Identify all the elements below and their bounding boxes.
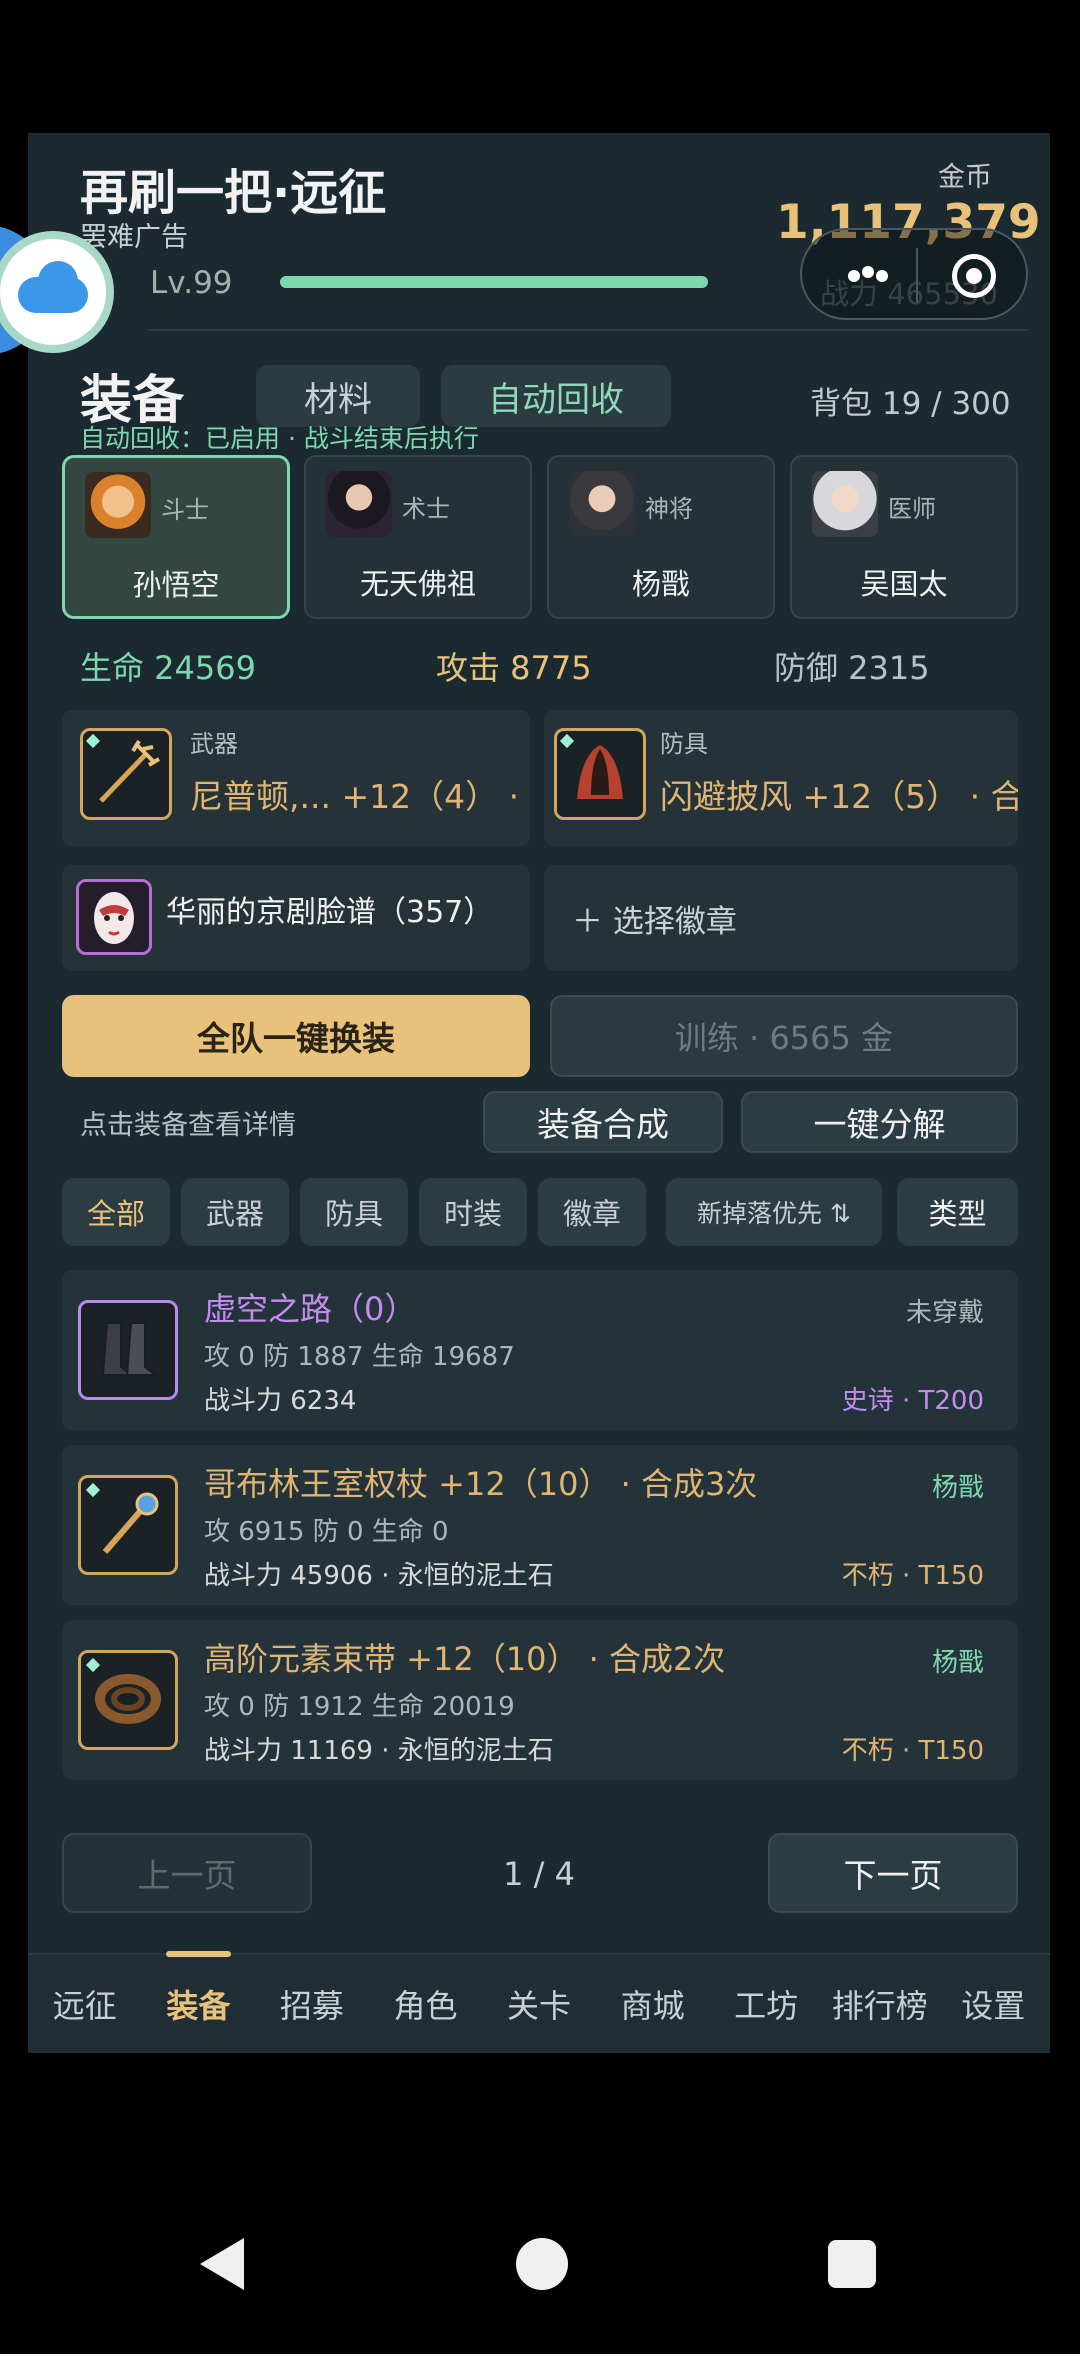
item-card[interactable]: 高阶元素束带 +12（10） · 合成2次 攻 0 防 1912 生命 2001… <box>62 1620 1018 1780</box>
weapon-kind: 武器 <box>190 730 238 758</box>
system-nav-bar <box>0 2053 1080 2354</box>
nav-workshop[interactable]: 工坊 <box>709 1955 823 2053</box>
decompose-all-button[interactable]: 一键分解 <box>741 1091 1018 1153</box>
boots-icon <box>78 1300 178 1400</box>
xp-bar-fill <box>280 276 708 288</box>
item-owner: 杨戬 <box>931 1473 984 1503</box>
hero-name: 杨戬 <box>631 567 690 601</box>
more-icon[interactable] <box>848 266 888 282</box>
item-name: 虚空之路（0） <box>204 1290 417 1328</box>
hero-portrait-icon <box>85 472 151 538</box>
xp-bar <box>280 276 708 288</box>
hero-card-1[interactable]: 斗士 孙悟空 <box>62 455 290 619</box>
hero-class: 斗士 <box>161 496 209 524</box>
item-rank: 不朽 · T150 <box>841 1561 984 1591</box>
tab-material[interactable]: 材料 <box>256 365 420 427</box>
armor-kind: 防具 <box>660 730 708 758</box>
item-power: 战斗力 6234 <box>204 1386 357 1416</box>
close-target-icon[interactable] <box>952 254 996 298</box>
filter-fashion[interactable]: 时装 <box>419 1178 527 1246</box>
weapon-item: 尼普顿,... +12（4） · 合成 <box>190 777 530 816</box>
item-card[interactable]: 哥布林王室权杖 +12（10） · 合成3次 攻 6915 防 0 生命 0 战… <box>62 1445 1018 1605</box>
auto-recycle-status: 自动回收：已启用 · 战斗结束后执行 <box>80 424 479 453</box>
filter-weapon[interactable]: 武器 <box>181 1178 289 1246</box>
miniprogram-capsule <box>800 228 1028 320</box>
armor-item: 闪避披风 +12（5） · 合成1次 <box>660 777 1018 816</box>
train-button[interactable]: 训练 · 6565 金 <box>550 995 1018 1077</box>
hero-card-3[interactable]: 神将 杨戬 <box>547 455 775 619</box>
hero-class: 术士 <box>402 495 450 523</box>
hero-name: 孙悟空 <box>132 568 220 602</box>
badge-item: 华丽的京剧脸谱（357） <box>166 895 494 930</box>
filter-all[interactable]: 全部 <box>62 1178 170 1246</box>
detail-hint: 点击装备查看详情 <box>80 1110 296 1141</box>
hero-class: 神将 <box>645 495 693 523</box>
gold-label: 金币 <box>938 162 992 193</box>
item-stats: 攻 0 防 1887 生命 19687 <box>204 1342 515 1372</box>
next-page-button[interactable]: 下一页 <box>768 1833 1018 1913</box>
header-divider <box>148 329 1028 331</box>
item-stats: 攻 6915 防 0 生命 0 <box>204 1517 449 1547</box>
synthesize-button[interactable]: 装备合成 <box>483 1091 723 1153</box>
nav-equipment[interactable]: 装备 <box>142 1951 256 2053</box>
item-power: 战斗力 45906 · 永恒的泥土石 <box>204 1561 554 1591</box>
item-name: 高阶元素束带 +12（10） · 合成2次 <box>204 1640 726 1678</box>
filter-armor[interactable]: 防具 <box>300 1178 408 1246</box>
item-owner: 未穿戴 <box>905 1298 984 1328</box>
filter-type[interactable]: 类型 <box>897 1178 1018 1246</box>
back-icon[interactable] <box>200 2238 244 2290</box>
nav-character[interactable]: 角色 <box>369 1955 483 2053</box>
nav-stage[interactable]: 关卡 <box>482 1955 596 2053</box>
nav-expedition[interactable]: 远征 <box>28 1955 142 2053</box>
weapon-slot[interactable]: 武器 尼普顿,... +12（4） · 合成 <box>62 710 530 846</box>
recents-icon[interactable] <box>828 2240 876 2288</box>
tab-auto-recycle[interactable]: 自动回收 <box>441 365 671 427</box>
choose-badge-button[interactable]: ＋ 选择徽章 <box>544 865 1018 971</box>
item-rank: 不朽 · T150 <box>841 1736 984 1766</box>
nav-recruit[interactable]: 招募 <box>255 1955 369 2053</box>
armor-slot[interactable]: 防具 闪避披风 +12（5） · 合成1次 <box>544 710 1018 846</box>
hero-card-2[interactable]: 术士 无天佛祖 <box>304 455 532 619</box>
capsule-divider <box>916 248 918 302</box>
bag-capacity: 背包 19 / 300 <box>810 386 1011 422</box>
floating-cloud-widget[interactable] <box>0 225 114 355</box>
sort-new-drops[interactable]: 新掉落优先 ⇅ <box>666 1178 882 1246</box>
hero-portrait-icon <box>326 471 392 537</box>
opera-mask-icon <box>76 879 152 955</box>
nav-shop[interactable]: 商城 <box>596 1955 710 2053</box>
game-title: 再刷一把·远征 <box>80 165 387 221</box>
hero-name: 吴国太 <box>860 567 948 601</box>
bottom-nav: 远征 装备 招募 角色 关卡 商城 工坊 排行榜 设置 <box>28 1951 1051 2053</box>
level-text: Lv.99 <box>150 265 233 301</box>
item-card[interactable]: 虚空之路（0） 攻 0 防 1887 生命 19687 战斗力 6234 未穿戴… <box>62 1270 1018 1430</box>
equip-all-button[interactable]: 全队一键换装 <box>62 995 530 1077</box>
item-power: 战斗力 11169 · 永恒的泥土石 <box>204 1736 554 1766</box>
filter-badge[interactable]: 徽章 <box>538 1178 646 1246</box>
badge-slot[interactable]: 华丽的京剧脸谱（357） <box>62 865 530 971</box>
item-owner: 杨戬 <box>931 1648 984 1678</box>
item-rank: 史诗 · T200 <box>841 1386 984 1416</box>
nav-settings[interactable]: 设置 <box>937 1955 1051 2053</box>
hero-name: 无天佛祖 <box>359 567 476 601</box>
item-name: 哥布林王室权杖 +12（10） · 合成3次 <box>204 1465 758 1503</box>
hero-portrait-icon <box>569 471 635 537</box>
stat-atk: 攻击 8775 <box>436 649 592 687</box>
stat-def: 防御 2315 <box>774 649 930 687</box>
hero-portrait-icon <box>812 471 878 537</box>
hero-card-4[interactable]: 医师 吴国太 <box>790 455 1018 619</box>
app-screen: 再刷一把·远征 罢难广告 Lv.99 金币 1,117,379 战力 46553… <box>28 133 1050 2053</box>
home-icon[interactable] <box>516 2238 568 2290</box>
nav-leaderboard[interactable]: 排行榜 <box>823 1955 937 2053</box>
item-stats: 攻 0 防 1912 生命 20019 <box>204 1692 515 1722</box>
hero-class: 医师 <box>888 495 936 523</box>
stat-hp: 生命 24569 <box>80 649 256 687</box>
